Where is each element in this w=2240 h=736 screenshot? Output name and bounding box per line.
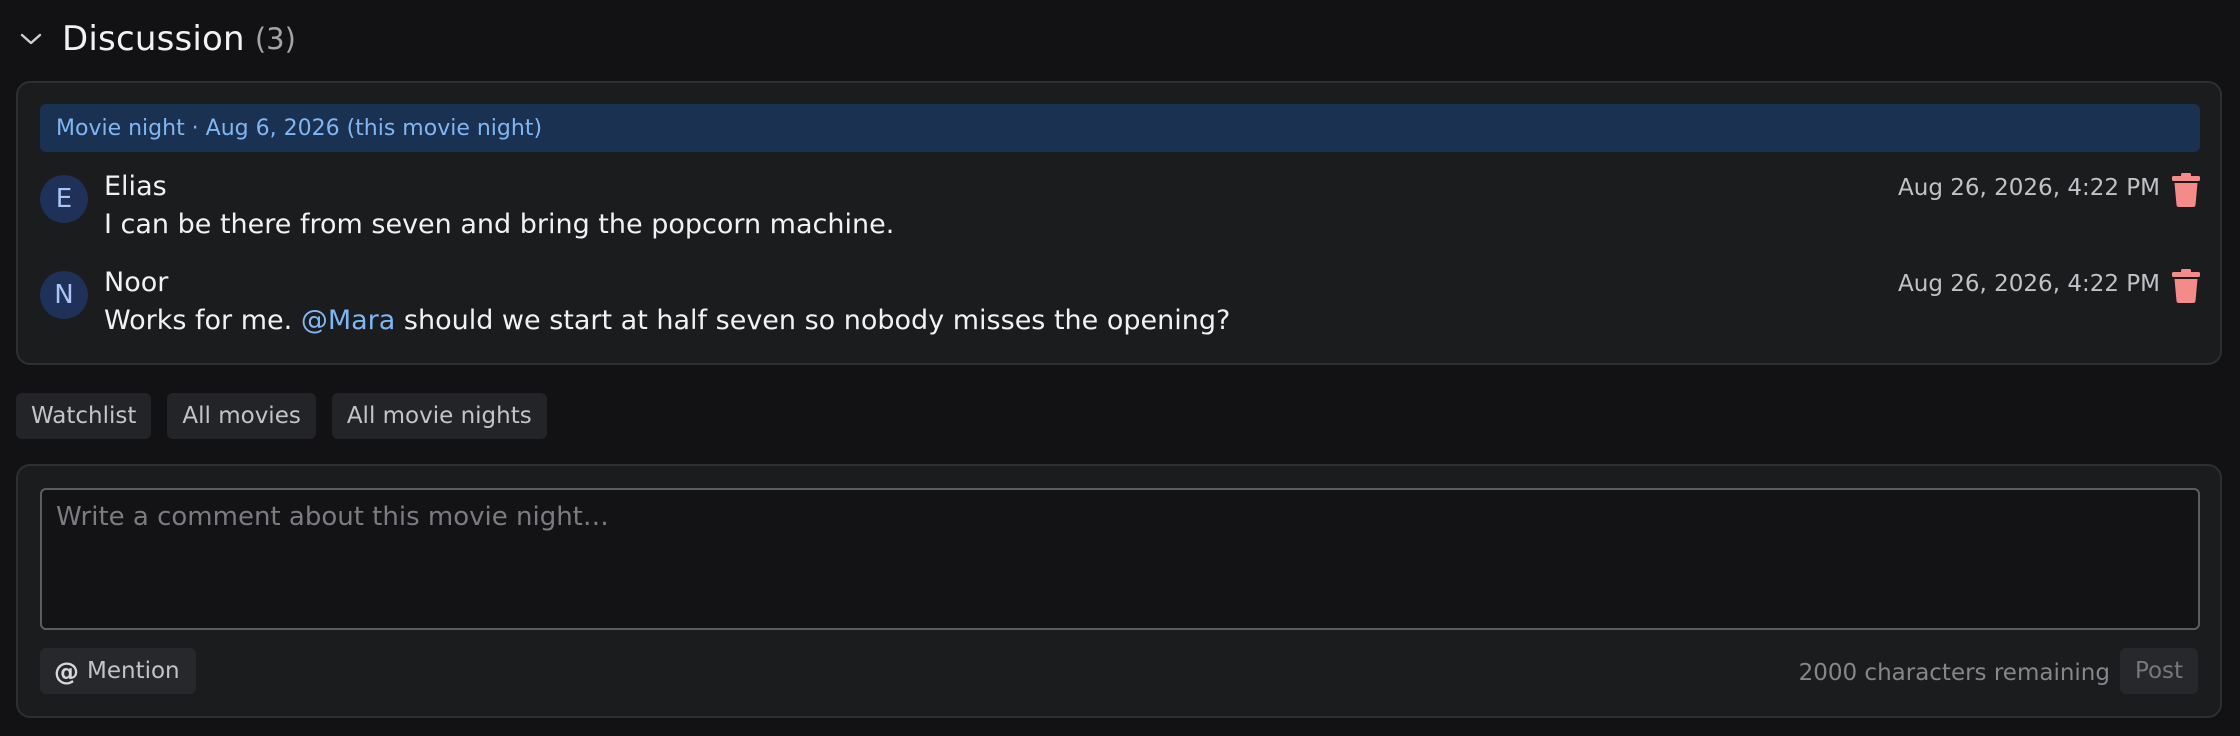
chevron-down-icon[interactable] [16,24,46,54]
comment-text-end: should we start at half seven so nobody … [395,305,1231,336]
comment-text-start: Works for me. [104,305,301,336]
user-mention[interactable]: @Mara [301,305,396,336]
comment-thread: Movie night · Aug 6, 2026 (this movie ni… [16,81,2222,365]
mention-button-label: Mention [87,658,180,684]
avatar: E [40,175,88,223]
comment-text: I can be there from seven and bring the … [104,209,895,240]
comment-item: N Noor Works for me. @Mara should we sta… [40,267,2200,347]
post-button[interactable]: Post [2120,648,2198,694]
comment-text: Works for me. @Mara should we start at h… [104,305,1230,336]
comment-item: E Elias I can be there from seven and br… [40,171,2200,251]
section-title: Discussion [62,19,245,59]
delete-icon[interactable] [2172,269,2200,303]
all-movies-link[interactable]: All movies [167,393,316,439]
discussion-panel: Discussion (3) Movie night · Aug 6, 2026… [0,0,2240,736]
comment-author: Elias [104,171,167,202]
discussion-header: Discussion (3) [16,14,296,64]
comment-author: Noor [104,267,169,298]
comment-timestamp: Aug 26, 2026, 4:22 PM [1898,271,2160,297]
delete-icon[interactable] [2172,173,2200,207]
nav-links: Watchlist All movies All movie nights [16,393,547,439]
comment-count: (3) [254,22,296,56]
avatar: N [40,271,88,319]
at-sign-icon: @ [54,656,79,686]
movie-night-banner[interactable]: Movie night · Aug 6, 2026 (this movie ni… [40,104,2200,152]
comment-timestamp: Aug 26, 2026, 4:22 PM [1898,175,2160,201]
watchlist-link[interactable]: Watchlist [16,393,152,439]
comment-input[interactable]: Write a comment about this movie night… [40,488,2200,630]
mention-button[interactable]: @ Mention [40,648,196,694]
all-movie-nights-link[interactable]: All movie nights [331,393,547,439]
comment-composer: Write a comment about this movie night… … [16,464,2222,718]
characters-remaining: 2000 characters remaining [1798,660,2110,686]
